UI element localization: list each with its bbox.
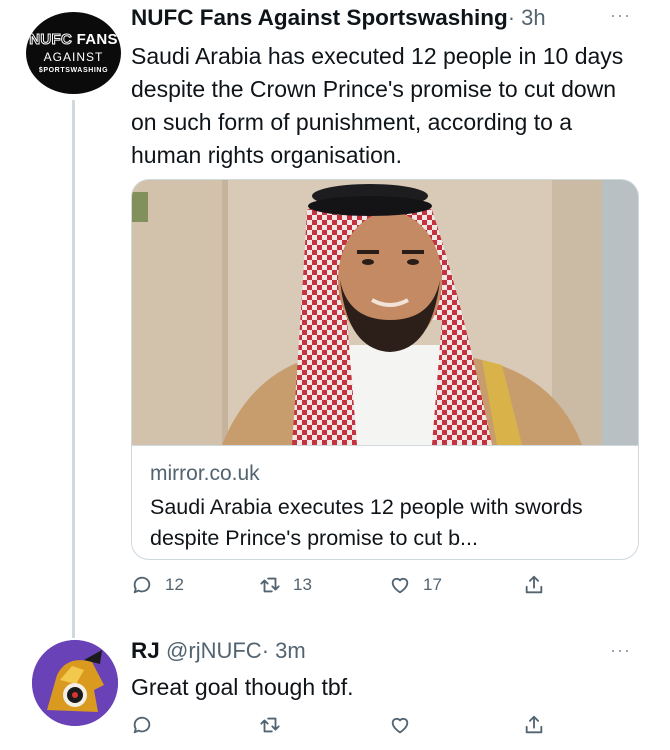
tweet-header: NUFC Fans Against Sportswashing· 3h [131,5,611,33]
avatar-logo-line2: AGAINST [43,50,104,64]
retweet-icon [260,577,280,593]
avatar-logo-line1: NUFC FANS [29,31,118,49]
share-icon [525,575,543,594]
avatar-logo-line3: $PORTSWASHING [38,67,109,74]
card-domain: mirror.co.uk [150,462,260,485]
reply-count: 12 [165,575,184,594]
reply-header: RJ @rjNUFC· 3m [131,638,601,666]
reply-icon [133,576,151,594]
retweet-icon [260,717,280,733]
reply-actions [131,710,561,740]
share-button[interactable] [523,710,545,740]
reply-author-name[interactable]: RJ [131,638,160,663]
share-button[interactable] [523,570,545,600]
avatar[interactable]: NUFC FANS AGAINST $PORTSWASHING [26,12,121,94]
card-title: Saudi Arabia executes 12 people with swo… [150,495,583,550]
avatar[interactable] [32,640,118,726]
like-button[interactable] [389,710,411,740]
like-icon [391,577,409,594]
reply-button[interactable]: 12 [131,570,184,600]
card-image [132,180,638,445]
reply-timestamp[interactable]: · 3m [262,638,306,663]
reply-avatar-artwork [32,640,118,726]
thread-line [72,100,75,638]
more-icon[interactable]: ··· [610,5,638,25]
reply-button[interactable] [131,710,153,740]
like-button[interactable]: 17 [389,570,442,600]
share-icon [525,715,543,734]
like-icon [391,717,409,734]
author-name[interactable]: NUFC Fans Against Sportswashing [131,5,508,30]
reply-icon [133,716,151,734]
timestamp[interactable]: · 3h [508,5,546,30]
more-icon[interactable]: ··· [610,640,638,660]
card-body: mirror.co.uk Saudi Arabia executes 12 pe… [132,445,638,559]
tweet-text: Saudi Arabia has executed 12 people in 1… [131,43,624,168]
retweet-count: 13 [293,575,312,594]
reply-handle[interactable]: @rjNUFC [166,638,262,663]
link-card[interactable]: mirror.co.uk Saudi Arabia executes 12 pe… [131,179,639,560]
retweet-button[interactable] [259,710,281,740]
like-count: 17 [423,575,442,594]
reply-text: Great goal though tbf. [131,674,354,700]
tweet-actions: 12 13 17 [131,570,561,600]
retweet-button[interactable]: 13 [259,570,312,600]
